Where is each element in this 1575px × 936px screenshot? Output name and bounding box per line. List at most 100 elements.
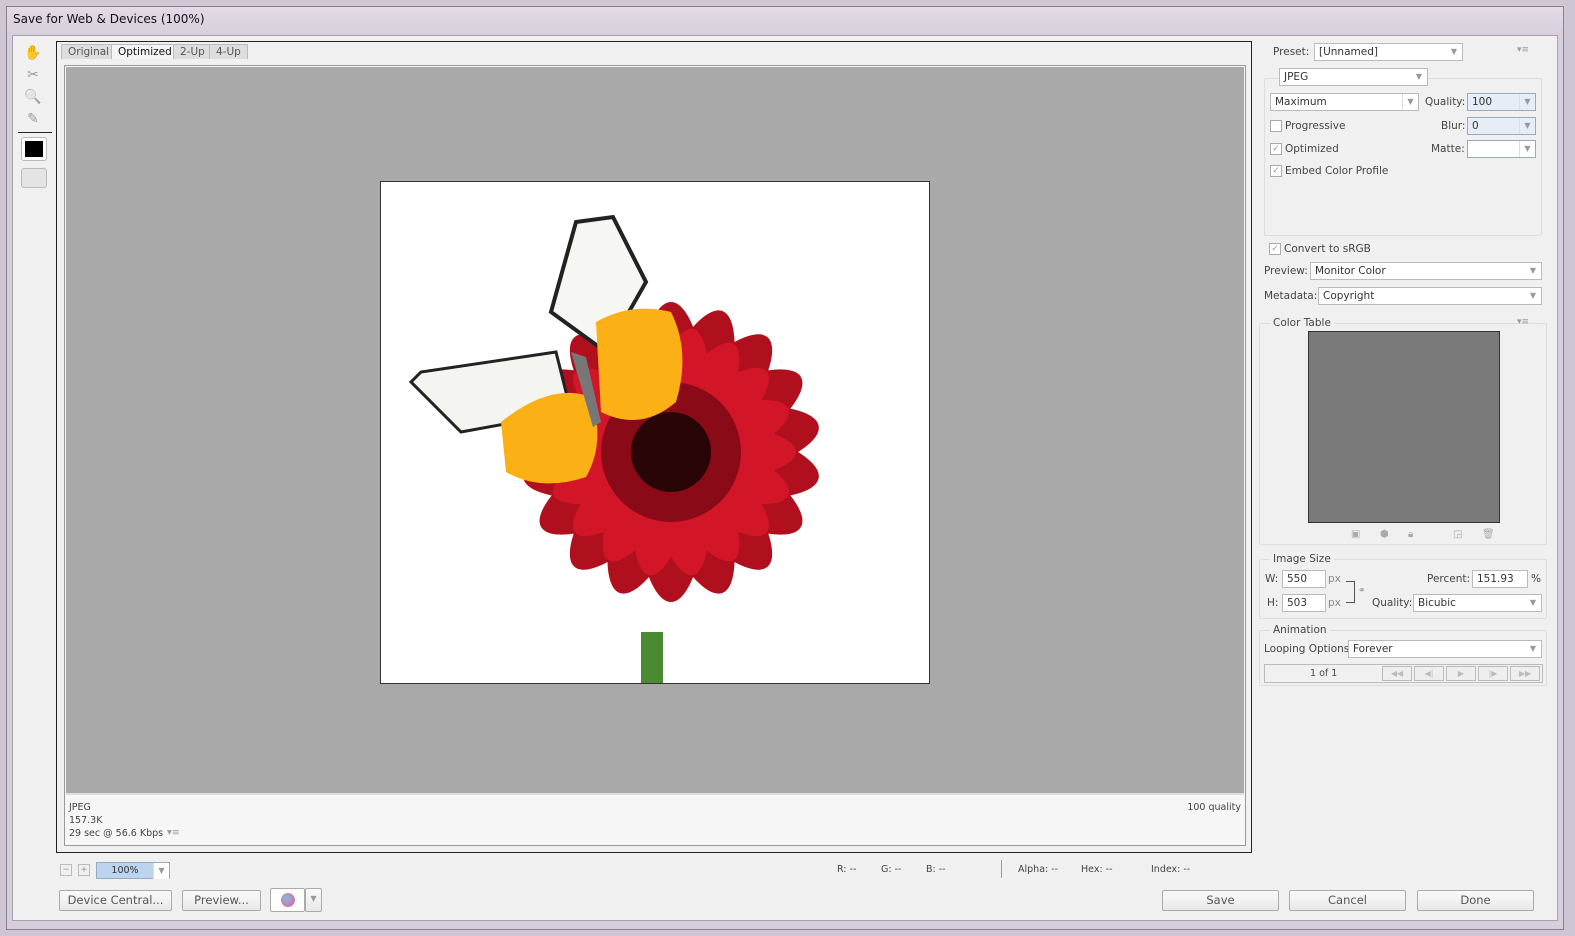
metadata-value: Copyright [1323,290,1375,302]
tab-2-up[interactable]: 2-Up [173,44,212,59]
format-select[interactable]: JPEG ▼ [1279,68,1428,86]
embed-color-profile-label: Embed Color Profile [1285,165,1389,177]
lock-icon[interactable]: 🔒︎ [1408,529,1413,540]
readout-alpha: Alpha: -- [1018,864,1059,875]
cancel-button[interactable]: Cancel [1289,890,1406,911]
trash-icon[interactable]: 🗑︎ [1482,529,1495,540]
color-table-title: Color Table [1270,317,1334,329]
tab-original[interactable]: Original [61,44,117,59]
matte-label: Matte: [1431,143,1465,155]
preset-select[interactable]: [Unnamed] ▼ [1314,43,1463,61]
metadata-label: Metadata: [1264,290,1318,302]
preview-frame: Original Optimized 2-Up 4-Up JPEG 157.3K… [56,41,1252,853]
chevron-down-icon: ▼ [1415,72,1423,81]
chevron-down-icon: ▼ [1529,266,1537,275]
info-menu-icon[interactable]: ▾≡ [167,827,180,838]
constrain-bracket [1346,581,1355,603]
info-quality: 100 quality [1187,802,1241,813]
browser-preview-button[interactable] [270,888,305,912]
info-download-time: 29 sec @ 56.6 Kbps [69,828,164,839]
optimize-menu-icon[interactable]: ▾≡ [1517,45,1529,55]
chevron-down-icon: ▼ [1529,598,1537,607]
save-button[interactable]: Save [1162,890,1279,911]
previous-frame-icon[interactable]: ◀| [1414,666,1444,681]
zoom-controls: − + 100% ▼ [60,862,170,879]
embed-color-profile-checkbox[interactable]: ✓ [1270,165,1282,177]
tab-4-up[interactable]: 4-Up [209,44,248,59]
quality-input[interactable]: 100 ▼ [1467,93,1536,111]
done-button[interactable]: Done [1417,890,1534,911]
eyedropper-tool-icon[interactable]: ✎ [22,109,44,129]
readout-b: B: -- [926,864,946,875]
last-frame-icon[interactable]: ▶▶ [1510,666,1540,681]
web-snap-icon[interactable]: ⬢ [1380,529,1389,540]
preview-select[interactable]: Monitor Color ▼ [1310,262,1542,280]
color-table-menu-icon[interactable]: ▾≡ [1517,317,1529,327]
preview-canvas[interactable] [66,67,1244,795]
preview-label: Preview: [1264,265,1308,277]
frame-counter: 1 of 1 [1310,668,1338,679]
chevron-down-icon: ▼ [1450,47,1458,56]
chevron-down-icon: ▼ [1519,141,1535,157]
chevron-down-icon: ▼ [1519,94,1535,110]
play-icon[interactable]: ▶ [1446,666,1476,681]
preview-value: Monitor Color [1315,265,1386,277]
convert-srgb-checkbox[interactable]: ✓ [1269,243,1281,255]
convert-srgb-label: Convert to sRGB [1284,243,1371,255]
flower-butterfly-image [408,214,819,683]
blur-label: Blur: [1441,120,1466,132]
browser-icon [280,893,295,907]
link-icon[interactable]: ⚭ [1358,586,1366,596]
toggle-slices-icon[interactable] [21,168,47,188]
looping-options-value: Forever [1353,643,1393,655]
format-value: JPEG [1284,71,1309,83]
resample-quality-select[interactable]: Bicubic ▼ [1413,594,1542,612]
width-input[interactable]: 550 [1282,570,1326,588]
slice-select-tool-icon[interactable]: ✂ [22,65,44,85]
zoom-out-button[interactable]: − [60,864,72,876]
metadata-select[interactable]: Copyright ▼ [1318,287,1542,305]
hand-tool-icon[interactable]: ✋ [22,43,44,63]
percent-input[interactable]: 151.93 [1472,570,1528,588]
resample-quality-value: Bicubic [1418,597,1456,609]
resample-quality-label: Quality: [1372,597,1413,609]
chevron-down-icon: ▼ [1519,118,1535,134]
preview-image [380,181,930,684]
zoom-tool-icon[interactable]: 🔍 [22,87,44,107]
next-frame-icon[interactable]: |▶ [1478,666,1508,681]
percent-label: Percent: [1427,573,1471,585]
optimized-pane: JPEG 157.3K 29 sec @ 56.6 Kbps ▾≡ 100 qu… [64,65,1246,846]
tab-optimized[interactable]: Optimized [111,44,179,59]
chevron-down-icon: ▼ [1402,94,1418,110]
divider [18,132,52,133]
map-transparent-icon[interactable]: ▣ [1351,529,1360,540]
looping-options-select[interactable]: Forever ▼ [1348,640,1542,658]
animation-title: Animation [1270,624,1330,636]
zoom-level-select[interactable]: 100% ▼ [96,862,170,879]
new-color-icon[interactable]: ◲ [1453,529,1462,540]
window-title: Save for Web & Devices (100%) [13,12,205,26]
device-central-button[interactable]: Device Central... [59,890,172,911]
optimized-checkbox[interactable]: ✓ [1270,143,1282,155]
percent-unit: % [1531,573,1541,585]
compression-select[interactable]: Maximum ▼ [1270,93,1419,111]
image-size-title: Image Size [1270,553,1334,565]
chevron-down-icon: ▼ [153,863,169,879]
browser-select-dropdown[interactable]: ▼ [305,888,322,912]
color-table-swatches[interactable] [1308,331,1500,523]
quality-value: 100 [1472,96,1493,108]
height-input[interactable]: 503 [1282,594,1326,612]
zoom-in-button[interactable]: + [78,864,90,876]
view-tabs: Original Optimized 2-Up 4-Up [61,44,261,60]
blur-input[interactable]: 0 ▼ [1467,117,1536,135]
eyedropper-color-swatch[interactable] [21,137,47,161]
matte-select[interactable]: ▼ [1467,140,1536,158]
looping-options-label: Looping Options: [1264,643,1353,655]
preset-value: [Unnamed] [1319,46,1378,58]
first-frame-icon[interactable]: ◀◀ [1382,666,1412,681]
progressive-checkbox[interactable] [1270,120,1282,132]
readout-g: G: -- [881,864,902,875]
readout-index: Index: -- [1151,864,1191,875]
divider [1001,860,1002,878]
preview-button[interactable]: Preview... [182,890,261,911]
